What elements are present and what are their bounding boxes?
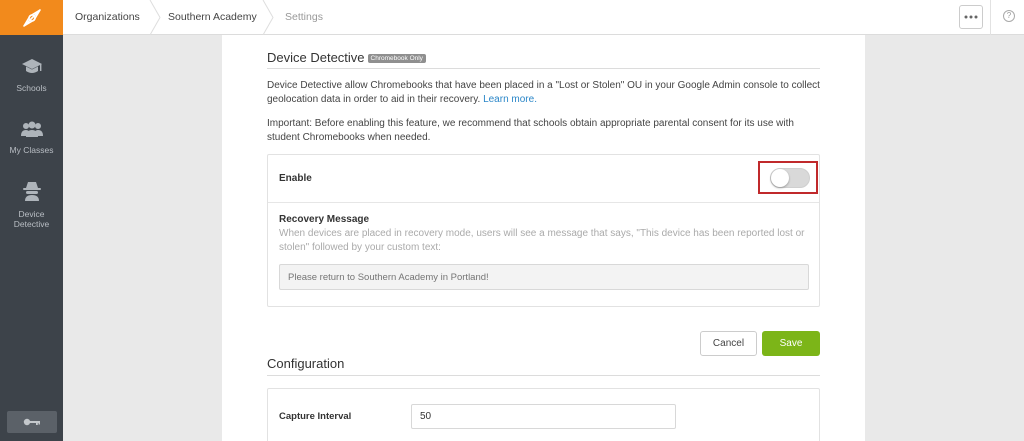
app-logo[interactable] [0,0,63,35]
sidebar-item-schools[interactable]: Schools [0,58,63,93]
capture-interval-label: Capture Interval [279,411,352,422]
capture-interval-input[interactable] [411,404,676,429]
sidebar-item-label: My Classes [9,145,54,155]
sidebar-item-label: Schools [16,83,47,93]
chromebook-only-badge: Chromebook Only [367,54,426,63]
breadcrumb-separator [149,0,161,35]
top-bar: Organizations Southern Academy Settings … [63,0,1024,35]
enable-toggle[interactable] [770,168,810,188]
enable-toggle-highlight [758,161,818,194]
device-detective-description: Device Detective allow Chromebooks that … [267,79,820,106]
ellipsis-icon [964,15,978,19]
enable-label: Enable [279,173,312,184]
section-divider [267,375,820,376]
users-icon [20,121,43,137]
sidebar: Schools My Classes Device Detective [0,0,63,441]
recovery-message-input[interactable] [279,264,809,290]
sidebar-item-label: Device Detective [13,209,50,229]
breadcrumb-settings: Settings [285,11,323,23]
sidebar-item-my-classes[interactable]: My Classes [0,121,63,155]
save-button[interactable]: Save [762,331,820,356]
settings-card: Device Detective Chromebook Only Device D… [222,35,865,441]
key-icon [23,418,40,426]
configuration-heading: Configuration [267,356,345,371]
important-notice: Important: Before enabling this feature,… [267,118,794,143]
section-divider [267,68,820,69]
breadcrumb-separator [262,0,274,35]
device-detective-panel: Enable Recovery Message When devices are… [267,154,820,307]
sidebar-key-button[interactable] [7,411,57,433]
graduation-cap-icon [21,59,42,73]
description-text: Device Detective allow Chromebooks that … [267,80,820,105]
spy-icon [22,182,41,201]
recovery-message-help: When devices are placed in recovery mode… [279,228,805,253]
compass-logo-icon [22,8,41,27]
toggle-knob [771,169,789,187]
cancel-button[interactable]: Cancel [700,331,757,356]
breadcrumb-organizations[interactable]: Organizations [75,0,140,35]
breadcrumb-southern-academy[interactable]: Southern Academy [168,0,257,35]
recovery-message-label: Recovery Message [279,214,370,225]
configuration-panel: Capture Interval [267,388,820,441]
sidebar-item-device-detective[interactable]: Device Detective [0,180,63,229]
more-options-button[interactable] [959,5,983,29]
topbar-divider [990,0,991,35]
device-detective-heading: Device Detective Chromebook Only [267,50,426,65]
learn-more-link[interactable]: Learn more. [483,94,537,105]
help-icon[interactable]: ? [1003,10,1015,22]
panel-divider [268,202,819,203]
section-title-text: Device Detective [267,50,365,65]
